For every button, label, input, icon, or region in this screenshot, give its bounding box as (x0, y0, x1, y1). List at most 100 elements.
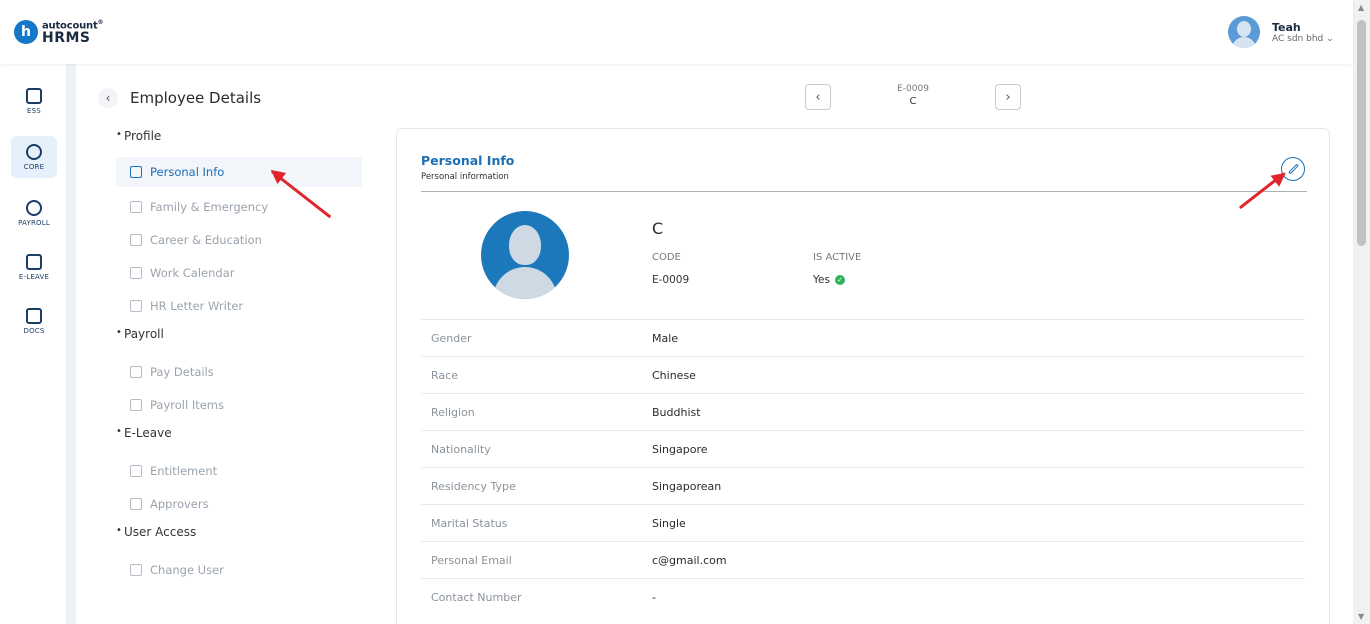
content-panel: ‹ Employee Details ‹ E-0009 C › Profile … (76, 64, 1353, 624)
page-title: Employee Details (130, 89, 262, 107)
menu-item-label: Approvers (150, 496, 209, 511)
field-label: Religion (431, 405, 475, 419)
navigator-employee-code: E-0009 (897, 84, 929, 94)
section-menu: Profile Personal Info Family & Emergency… (116, 124, 362, 586)
employee-avatar (481, 211, 569, 299)
field-row-race: Race Chinese (421, 356, 1305, 393)
is-active-text: Yes (813, 274, 830, 286)
menu-item-label: HR Letter Writer (150, 298, 244, 313)
menu-section-profile: Profile (116, 124, 362, 157)
is-active-label: IS ACTIVE (813, 252, 862, 263)
letter-icon (130, 299, 142, 312)
field-label: Personal Email (431, 553, 512, 567)
user-company-dropdown[interactable]: AC sdn bhd ⌄ (1272, 34, 1334, 44)
rail-label: PAYROLL (18, 218, 50, 227)
field-value: Chinese (652, 368, 696, 382)
ess-icon (26, 87, 42, 104)
user-avatar-icon (1228, 16, 1260, 48)
id-card-icon (130, 166, 142, 178)
field-row-gender: Gender Male (421, 319, 1305, 356)
rail-label: CORE (23, 162, 45, 171)
menu-section-payroll: Payroll (116, 322, 362, 355)
code-value: E-0009 (652, 274, 690, 286)
personal-fields: Gender Male Race Chinese Religion Buddhist … (421, 319, 1305, 615)
rail-item-payroll[interactable]: PAYROLL (11, 192, 57, 234)
rail-item-core[interactable]: CORE (11, 136, 57, 178)
document-icon (26, 307, 42, 324)
menu-item-label: Payroll Items (150, 397, 224, 412)
rail-item-eleave[interactable]: E-LEAVE (11, 246, 57, 288)
page-scrollbar[interactable]: ▲ ▼ (1353, 0, 1370, 624)
scroll-thumb[interactable] (1357, 20, 1366, 246)
field-value: - (652, 590, 656, 604)
field-value: Singapore (652, 442, 708, 456)
user-icon (130, 497, 142, 510)
field-label: Contact Number (431, 590, 522, 604)
menu-item-entitlement[interactable]: Entitlement (116, 454, 362, 487)
menu-item-label: Entitlement (150, 463, 218, 478)
field-value: c@gmail.com (652, 553, 727, 567)
field-label: Marital Status (431, 516, 508, 530)
calendar-icon (26, 253, 42, 270)
top-header: h autocount® HRMS Teah AC sdn bhd ⌄ (0, 0, 1353, 64)
personal-info-card: Personal Info Personal information C COD… (396, 128, 1330, 624)
field-label: Race (431, 368, 458, 382)
field-value: Singaporean (652, 479, 722, 493)
logo-product: HRMS (42, 30, 91, 47)
back-button[interactable]: ‹ (98, 88, 118, 108)
field-row-residency-type: Residency Type Singaporean (421, 467, 1305, 504)
divider (421, 191, 1307, 192)
menu-item-change-user[interactable]: Change User (116, 553, 362, 586)
menu-item-label: Change User (150, 562, 224, 577)
rail-label: DOCS (23, 326, 45, 335)
briefcase-icon (130, 233, 142, 246)
scroll-down-icon[interactable]: ▼ (1358, 612, 1364, 621)
is-active-value: Yes ✓ (813, 274, 845, 286)
field-row-marital-status: Marital Status Single (421, 504, 1305, 541)
field-label: Nationality (431, 442, 491, 456)
menu-item-personal-info[interactable]: Personal Info (116, 157, 362, 187)
app-logo[interactable]: h autocount® HRMS (14, 18, 104, 47)
rail-item-docs[interactable]: DOCS (11, 300, 57, 342)
menu-item-label: Pay Details (150, 364, 214, 379)
field-label: Gender (431, 331, 472, 345)
menu-item-pay-details[interactable]: Pay Details (116, 355, 362, 388)
payroll-items-icon (130, 398, 142, 411)
menu-item-career-education[interactable]: Career & Education (116, 223, 362, 256)
menu-item-payroll-items[interactable]: Payroll Items (116, 388, 362, 421)
navigator-employee-name: C (909, 96, 917, 107)
previous-employee-button[interactable]: ‹ (805, 84, 831, 110)
menu-item-work-calendar[interactable]: Work Calendar (116, 256, 362, 289)
next-employee-button[interactable]: › (995, 84, 1021, 110)
entitlement-icon (130, 464, 142, 477)
check-circle-icon: ✓ (834, 275, 845, 285)
pencil-icon (1287, 163, 1299, 175)
module-rail: ESS CORE PAYROLL E-LEAVE DOCS (0, 64, 66, 624)
field-row-religion: Religion Buddhist (421, 393, 1305, 430)
menu-item-family-emergency[interactable]: Family & Emergency (116, 190, 362, 223)
menu-item-approvers[interactable]: Approvers (116, 487, 362, 520)
scroll-up-icon[interactable]: ▲ (1358, 3, 1364, 12)
menu-section-eleave: E-Leave (116, 421, 362, 454)
rail-item-ess[interactable]: ESS (11, 80, 57, 122)
employee-navigator: ‹ E-0009 C › (805, 80, 1021, 116)
field-row-nationality: Nationality Singapore (421, 430, 1305, 467)
bank-icon (130, 365, 142, 378)
logo-badge: h (14, 19, 38, 44)
field-value: Male (652, 331, 679, 345)
field-row-personal-email: Personal Email c@gmail.com (421, 541, 1305, 578)
menu-item-label: Personal Info (150, 165, 225, 179)
user-name: Teah (1272, 20, 1301, 34)
field-value: Single (652, 516, 686, 530)
menu-item-label: Career & Education (150, 232, 262, 247)
dollar-icon (26, 199, 42, 216)
field-label: Residency Type (431, 479, 516, 493)
calendar-icon (130, 266, 142, 279)
card-title: Personal Info (421, 153, 515, 168)
card-subtitle: Personal information (421, 172, 509, 182)
menu-section-user-access: User Access (116, 520, 362, 553)
family-icon (130, 200, 142, 213)
logo-registered: ® (97, 19, 104, 26)
user-menu[interactable]: Teah AC sdn bhd ⌄ (1228, 16, 1334, 48)
menu-item-hr-letter-writer[interactable]: HR Letter Writer (116, 289, 362, 322)
